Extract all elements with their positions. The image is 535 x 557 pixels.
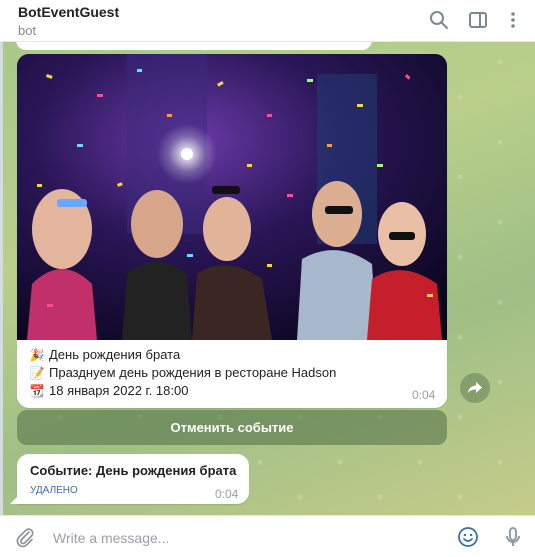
caption-row: 📆 18 января 2022 г. 18:00 xyxy=(29,382,336,400)
caption-row: 📝 Празднуем день рождения в ресторане Ha… xyxy=(29,364,337,382)
forward-button[interactable] xyxy=(460,373,490,403)
chat-header: BotEventGuest bot xyxy=(0,0,535,42)
party-photo[interactable] xyxy=(17,54,447,340)
message-time: 0:04 xyxy=(412,388,436,402)
cancel-event-button[interactable]: Отменить событие xyxy=(17,410,447,445)
more-vertical-icon[interactable] xyxy=(502,9,524,31)
caption-row: 🎉 День рождения брата xyxy=(29,346,336,364)
chat-title[interactable]: BotEventGuest xyxy=(18,4,119,20)
event-description: Празднуем день рождения в ресторане Hads… xyxy=(49,365,337,380)
previous-message-bubble[interactable] xyxy=(16,42,372,50)
chat-area[interactable]: 🎉 День рождения брата 📝 Празднуем день р… xyxy=(0,42,535,515)
event-date: 18 января 2022 г. 18:00 xyxy=(49,383,189,398)
message-composer xyxy=(0,515,535,557)
search-icon[interactable] xyxy=(428,9,450,31)
left-edge-strip xyxy=(0,42,3,515)
photo-message[interactable]: 🎉 День рождения брата 📝 Празднуем день р… xyxy=(17,54,447,408)
emoji-icon[interactable] xyxy=(457,526,479,548)
forward-arrow-icon xyxy=(468,382,482,393)
message-time: 0:04 xyxy=(215,487,239,501)
status-message-text: Событие: День рождения брата xyxy=(30,463,237,478)
event-title: День рождения брата xyxy=(49,347,181,362)
memo-pencil-icon: 📝 xyxy=(29,366,45,380)
message-input[interactable] xyxy=(53,528,433,548)
party-popper-icon: 🎉 xyxy=(29,348,45,362)
attach-icon[interactable] xyxy=(14,526,36,548)
status-label: УДАЛЕНО xyxy=(30,485,78,496)
chat-subtitle: bot xyxy=(18,23,37,38)
photo-caption: 🎉 День рождения брата 📝 Празднуем день р… xyxy=(29,346,337,400)
sidebar-toggle-icon[interactable] xyxy=(467,9,489,31)
calendar-icon: 📆 xyxy=(29,384,45,398)
status-message[interactable]: Событие: День рождения брата УДАЛЕНО 0:0… xyxy=(17,454,249,504)
microphone-icon[interactable] xyxy=(502,526,524,548)
